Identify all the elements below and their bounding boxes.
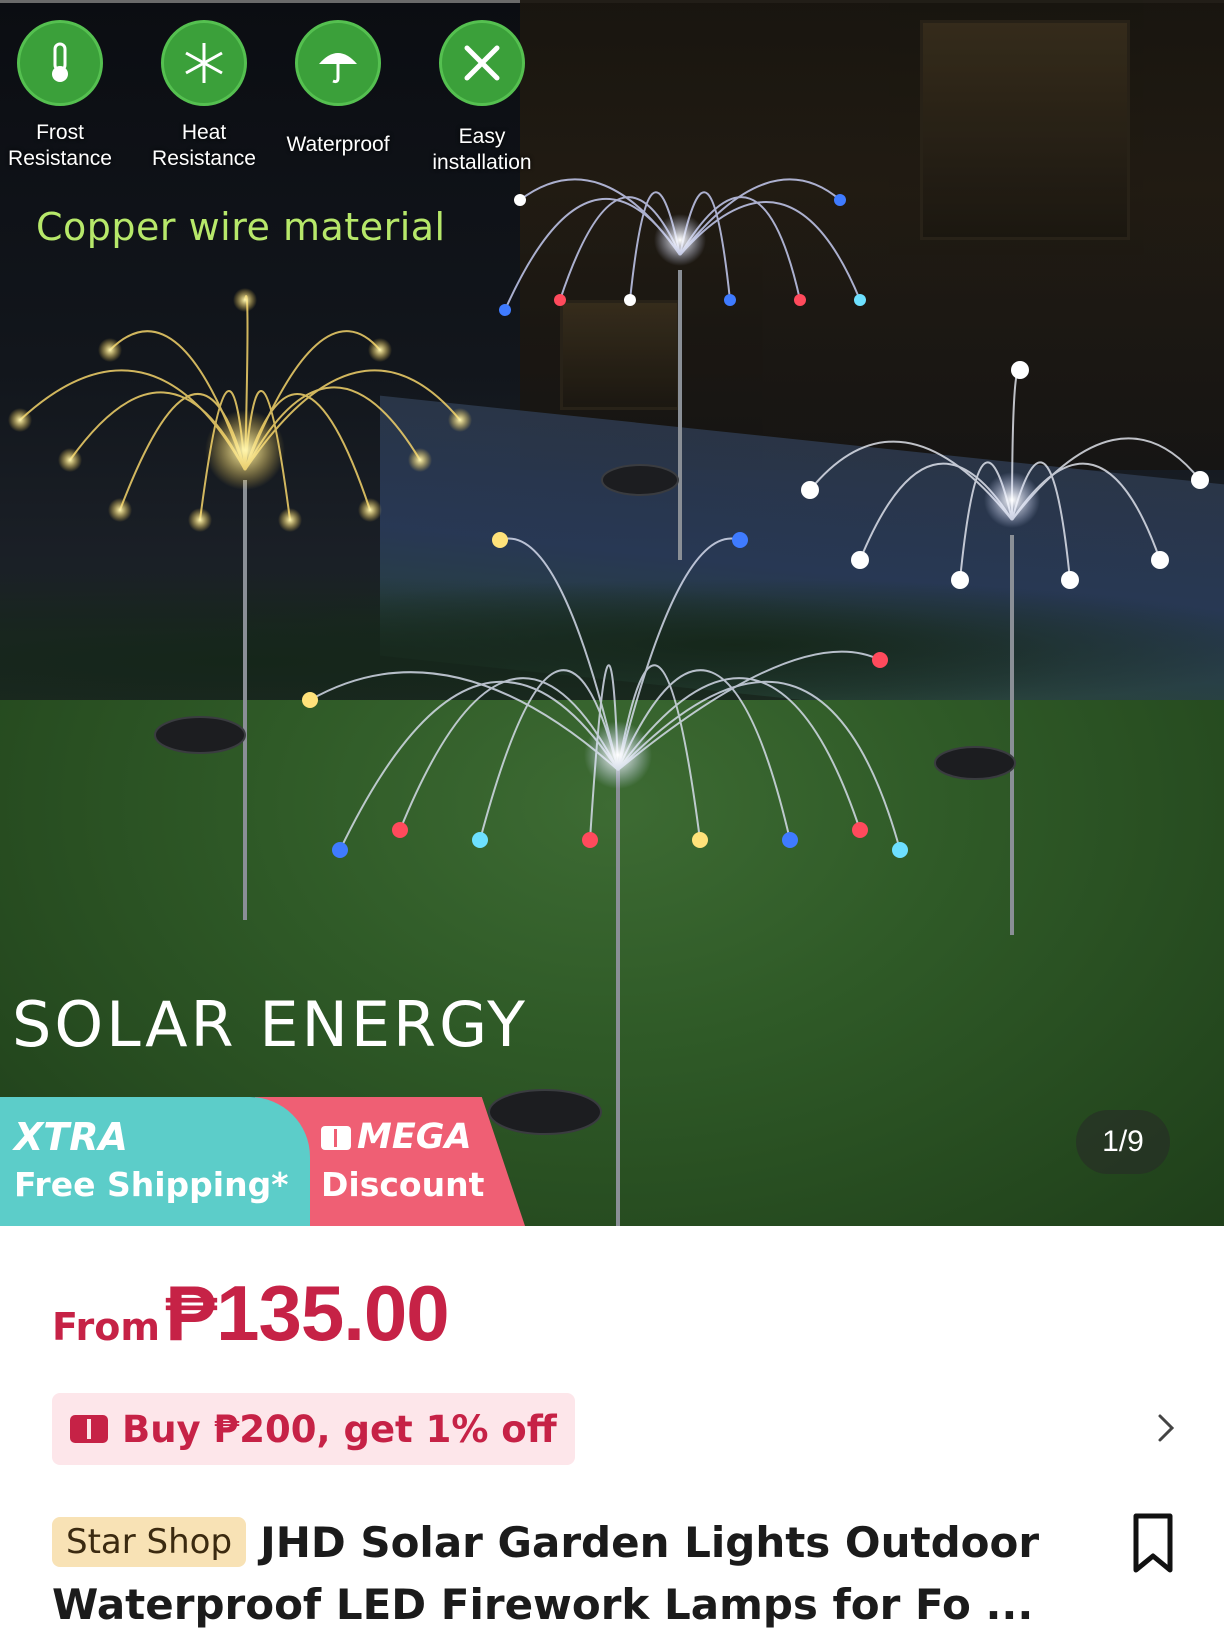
mega-label: MEGA — [357, 1117, 472, 1157]
feature-label: Frost Resistance — [8, 121, 112, 170]
bookmark-icon[interactable] — [1128, 1512, 1178, 1576]
tagline: Copper wire material — [36, 205, 446, 249]
feature-easy-installation: Easy installation — [412, 20, 552, 176]
tools-icon — [439, 20, 525, 106]
feature-frost-resistance: Frost Resistance — [0, 20, 130, 172]
feature-label: Heat Resistance — [152, 121, 256, 170]
price-amount: ₱135.00 — [165, 1269, 450, 1357]
feature-label: Waterproof — [286, 133, 390, 156]
snowflake-icon — [161, 20, 247, 106]
thermometer-icon — [17, 20, 103, 106]
product-image-carousel[interactable]: Frost Resistance Heat Resistance Waterproo… — [0, 0, 1224, 1226]
shop-tag[interactable]: Star Shop — [52, 1517, 247, 1567]
ticket-icon — [321, 1126, 351, 1150]
headline: SOLAR ENERGY — [12, 988, 528, 1061]
free-shipping-label: Free Shipping* — [14, 1165, 289, 1204]
product-page: Frost Resistance Heat Resistance Waterproo… — [0, 0, 1224, 1640]
feature-label: Easy installation — [432, 125, 532, 174]
chevron-right-icon[interactable] — [1148, 1410, 1184, 1446]
promo-voucher-button[interactable]: Buy ₱200, get 1% off — [52, 1393, 575, 1465]
image-counter: 1/9 — [1076, 1110, 1170, 1174]
feature-heat-resistance: Heat Resistance — [134, 20, 274, 172]
product-title: Star Shop JHD Solar Garden Lights Outdoor… — [52, 1512, 1052, 1636]
discount-label: Discount — [321, 1165, 485, 1204]
voucher-icon — [70, 1415, 108, 1443]
feature-waterproof: Waterproof — [268, 20, 408, 158]
umbrella-icon — [295, 20, 381, 106]
xtra-label: XTRA — [14, 1115, 128, 1159]
price-prefix: From — [52, 1305, 160, 1349]
promo-text: Buy ₱200, get 1% off — [122, 1407, 557, 1451]
xtra-free-shipping-badge: XTRA Free Shipping* — [0, 1097, 310, 1226]
price: From ₱135.00 — [52, 1268, 450, 1359]
